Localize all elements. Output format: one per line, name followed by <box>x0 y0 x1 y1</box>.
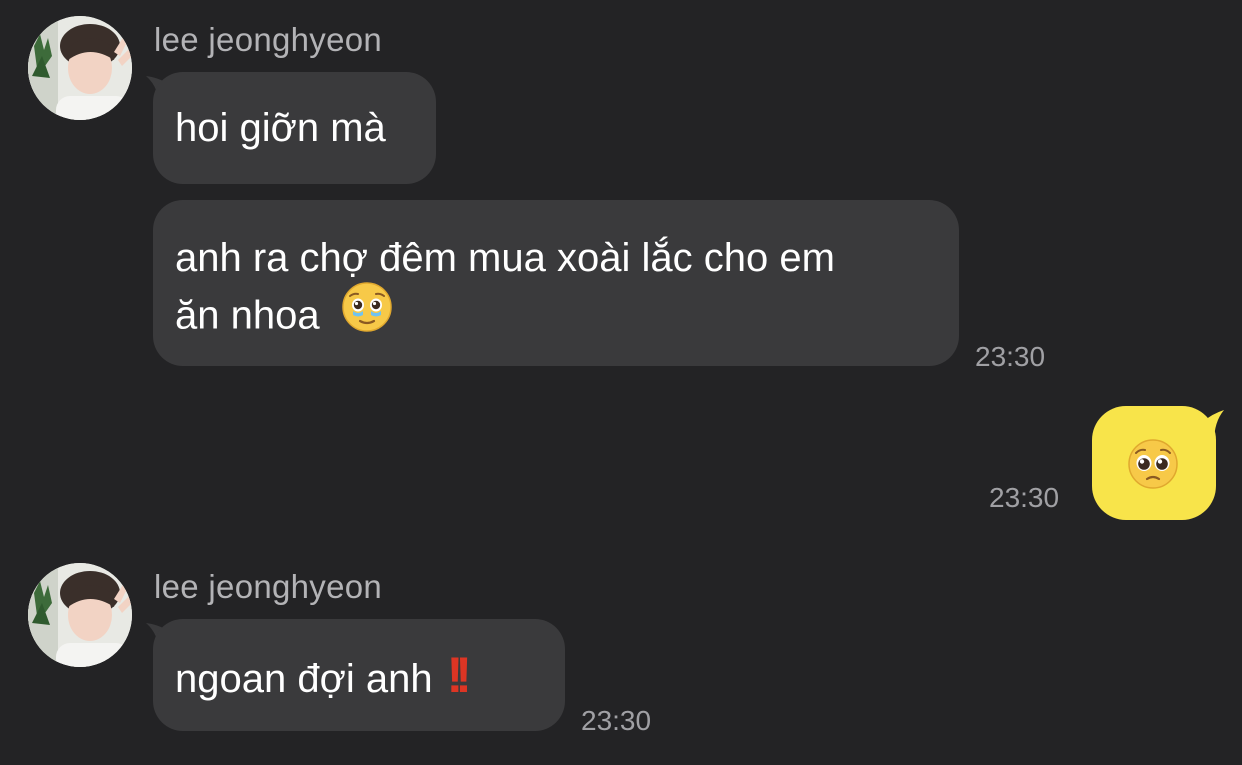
double-exclamation-icon: !! <box>446 647 472 703</box>
bubble-tail <box>1192 410 1224 442</box>
message-text-line: ăn nhoa <box>175 282 937 351</box>
avatar[interactable] <box>28 16 132 120</box>
message-bubble[interactable]: anh ra chợ đêm mua xoài lắc cho em ăn nh… <box>153 200 959 366</box>
message-bubble[interactable]: hoi giỡn mà <box>153 72 436 184</box>
message-text: hoi giỡn mà <box>175 106 386 150</box>
pleading-face-icon <box>1127 438 1179 495</box>
smiling-face-with-tear-icon <box>341 281 393 347</box>
message-text: ăn nhoa <box>175 293 320 338</box>
avatar[interactable] <box>28 563 132 667</box>
sender-name: lee jeonghyeon <box>154 568 383 605</box>
message-time: 23:30 <box>581 705 652 736</box>
avatar-photo <box>28 563 132 667</box>
message-text: anh ra chợ đêm mua xoài lắc cho em <box>175 236 835 280</box>
message-text: ngoan đợi anh <box>175 657 433 701</box>
avatar-photo <box>28 16 132 120</box>
message-time: 23:30 <box>989 482 1060 513</box>
sender-name: lee jeonghyeon <box>154 21 383 58</box>
message-time: 23:30 <box>975 341 1046 372</box>
message-bubble[interactable]: ngoan đợi anh!! <box>153 619 565 731</box>
